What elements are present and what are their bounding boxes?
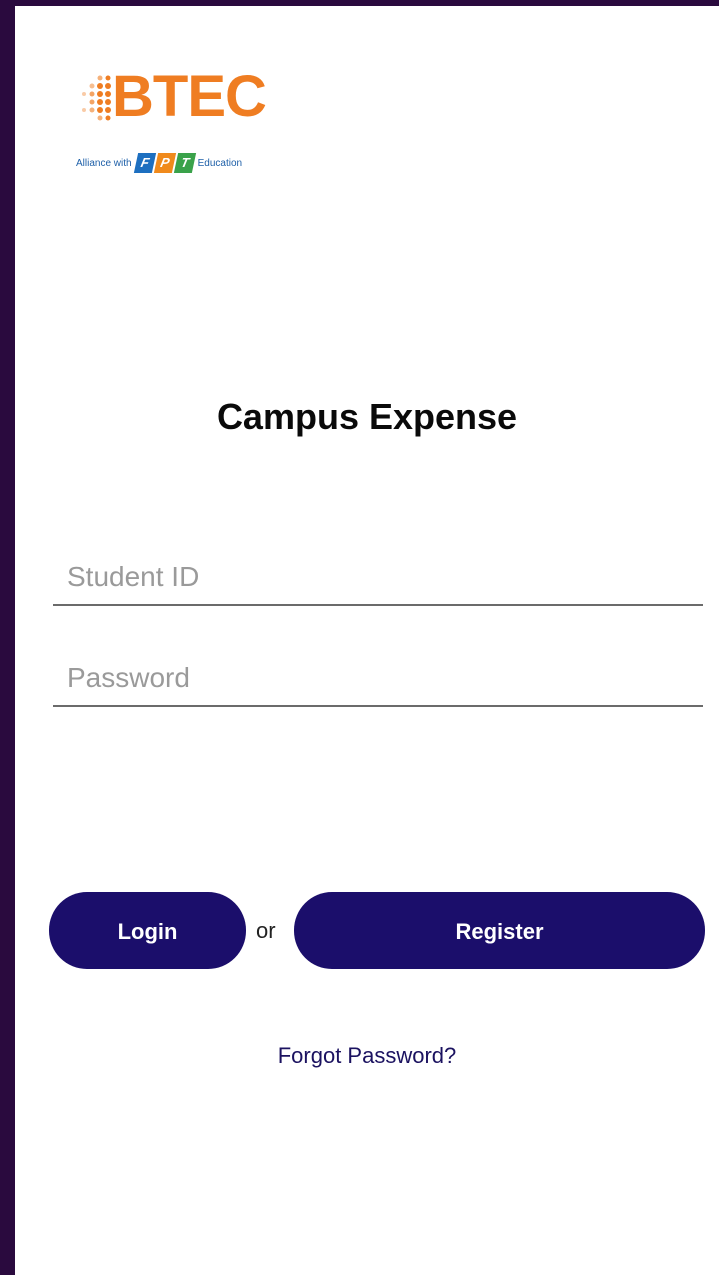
- logo-alliance-text: Alliance with: [76, 157, 132, 169]
- btec-logo: BTEC Alliance with F P T Education: [70, 64, 300, 194]
- logo-education-text: Education: [197, 157, 243, 169]
- logo-tagline: Alliance with F P T Education: [76, 153, 242, 173]
- password-input[interactable]: [53, 651, 703, 707]
- page-title: Campus Expense: [216, 396, 518, 437]
- register-button[interactable]: Register: [294, 892, 705, 969]
- or-separator: or: [256, 918, 276, 943]
- app-screen: BTEC Alliance with F P T Education Campu…: [15, 6, 719, 1275]
- fpt-letter-p: P: [153, 153, 176, 173]
- forgot-password-link[interactable]: Forgot Password?: [15, 1043, 719, 1069]
- logo-brand-text: BTEC: [112, 64, 267, 129]
- login-button[interactable]: Login: [49, 892, 246, 969]
- logo-dots-icon: [82, 75, 111, 121]
- fpt-logo: F P T: [133, 153, 196, 173]
- student-id-input[interactable]: [53, 550, 703, 606]
- fpt-letter-t: T: [173, 153, 196, 173]
- fpt-letter-f: F: [133, 153, 156, 173]
